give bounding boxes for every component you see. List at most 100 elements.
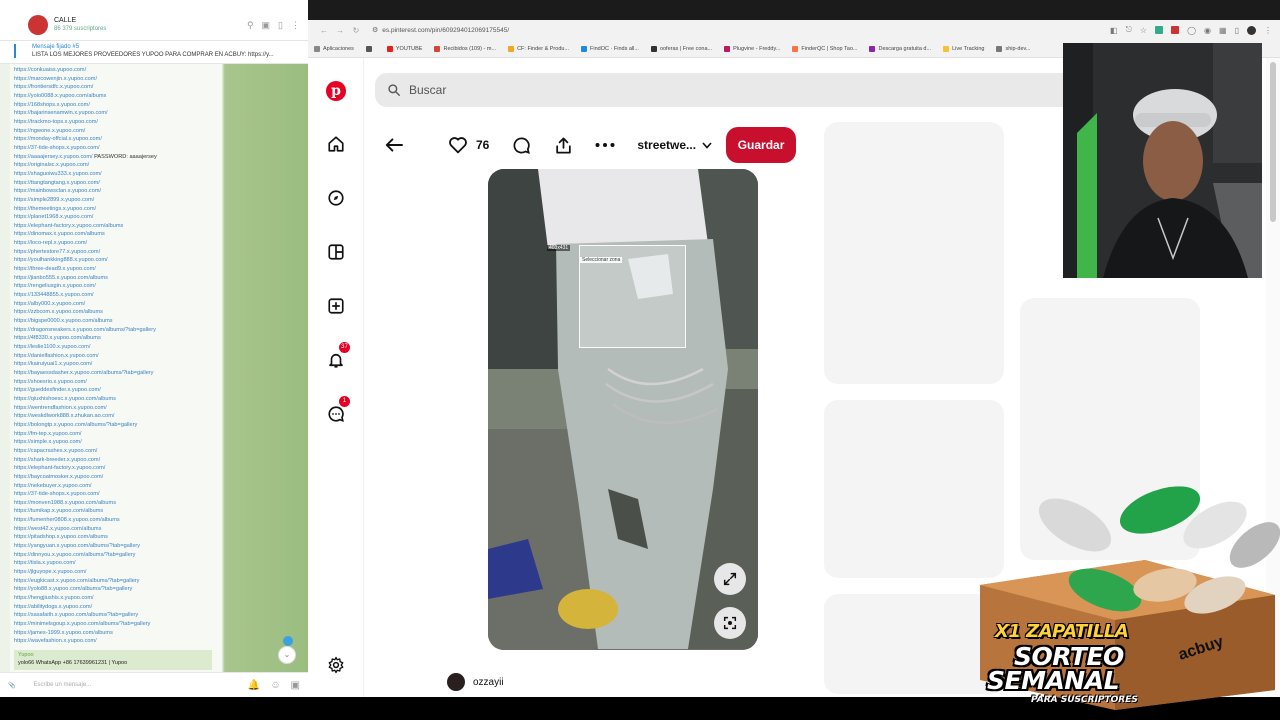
like-button[interactable]: 76 xyxy=(448,136,489,154)
message-link[interactable]: https://dinnyou.x.yupoo.com/albums/?tab=… xyxy=(14,551,219,560)
notifications-nav[interactable]: 37 xyxy=(324,342,350,372)
message-link[interactable]: https://eugkicast.x.yupoo.com/albums/?ta… xyxy=(14,577,219,586)
message-link[interactable]: https://leslie1100.x.yupoo.com/ xyxy=(14,343,219,352)
message-link[interactable]: https://elephant-factory.x.yupoo.com/alb… xyxy=(14,222,219,231)
message-link[interactable]: https://bigspe0000.x.yupoo.com/albums xyxy=(14,317,219,326)
message-link[interactable]: https://three-dead9.x.yupoo.com/ xyxy=(14,265,219,274)
visual-search-button[interactable] xyxy=(714,607,746,639)
message-input[interactable]: Escribe un mensaje... xyxy=(33,682,91,688)
message-link[interactable]: https://qiuxhishoesc.x.yupoo.com/albums xyxy=(14,395,219,404)
bookmark-item[interactable]: YOUTUBE xyxy=(386,45,422,52)
pinned-message[interactable]: Mensaje fijado #5 LISTA LOS MEJORES PROV… xyxy=(0,40,308,64)
message-link[interactable]: https://bolongtp.x.yupoo.com/albums/?tab… xyxy=(14,421,219,430)
message-link[interactable]: https://bajarinsenamwin.x.yupoo.com/ xyxy=(14,109,219,118)
bookmark-item[interactable]: Descarga gratuita d... xyxy=(869,45,931,52)
sidebar-icon[interactable]: ▯ xyxy=(1235,26,1239,35)
message-link[interactable]: https://hengjiushis.x.yupoo.com/ xyxy=(14,594,219,603)
message-link[interactable]: https://jlguyope.x.yupoo.com/ xyxy=(14,568,219,577)
message-link[interactable]: https://yolo88.x.yupoo.com/albums/?tab=g… xyxy=(14,585,219,594)
message-link[interactable]: https://rengeliusgin.x.yupoo.com/ xyxy=(14,282,219,291)
cast-icon[interactable]: ◧ xyxy=(1110,26,1118,35)
message-link[interactable]: https://wentrendfashion.x.yupoo.com/ xyxy=(14,404,219,413)
boards-nav[interactable] xyxy=(324,240,348,264)
pin-author[interactable]: ozzayii xyxy=(447,673,504,691)
link-preview[interactable]: Yupoo yolo66 WhatsApp +86 17639961231 | … xyxy=(14,650,212,670)
notification-icon[interactable]: 🔔 xyxy=(248,680,260,691)
message-link[interactable]: https://fumenher0808.x.yupoo.com/albums xyxy=(14,516,219,525)
message-link[interactable]: https://jianbo555.x.yupoo.com/albums xyxy=(14,274,219,283)
back-icon[interactable]: ← xyxy=(316,26,332,35)
address-bar[interactable]: ⚙ es.pinterest.com/pin/60929401206917554… xyxy=(372,26,509,35)
message-link[interactable]: https://phertestore77.x.yupoo.com/ xyxy=(14,248,219,257)
bookmark-item[interactable]: FindOC · Finds all... xyxy=(581,45,639,52)
message-link[interactable]: https://simple.x.yupoo.com/ xyxy=(14,438,219,447)
search-icon[interactable]: ⚲ xyxy=(247,20,254,31)
message-link[interactable]: https://tisla.x.yupoo.com/ xyxy=(14,559,219,568)
bookmark-item[interactable]: ooferas | Free cona... xyxy=(650,45,712,52)
message-link[interactable]: https://pitadshop.x.yupoo.com/albums xyxy=(14,533,219,542)
more-options-button[interactable] xyxy=(595,135,615,155)
bookmark-star-icon[interactable]: ☆ xyxy=(1140,26,1147,35)
message-link[interactable]: https://themeetings.x.yupoo.com/ xyxy=(14,205,219,214)
message-link[interactable]: https://gueddesfinder.x.yupoo.com/ xyxy=(14,386,219,395)
save-button[interactable]: Guardar xyxy=(726,127,797,163)
message-link[interactable]: https://133448855.x.yupoo.com/ xyxy=(14,291,219,300)
bookmark-item[interactable] xyxy=(365,45,375,52)
message-link[interactable]: https://bayaessdasher.x.yupoo.com/albums… xyxy=(14,369,219,378)
bookmark-item[interactable]: Recibidos (109) - m... xyxy=(434,45,496,52)
video-chat-icon[interactable]: ▣ xyxy=(262,20,271,31)
scroll-down-button[interactable]: ⌄ xyxy=(278,646,296,664)
extensions-puzzle-icon[interactable]: ▦ xyxy=(1219,26,1227,35)
message-link[interactable]: https://simple2899.x.yupoo.com/ xyxy=(14,196,219,205)
bookmark-item[interactable]: CF: Finder & Produ... xyxy=(508,45,569,52)
message-link[interactable]: https://alby000.x.yupoo.com/ xyxy=(14,300,219,309)
share-button[interactable] xyxy=(553,135,573,155)
message-link[interactable]: https://nekebuyer.x.yupoo.com/ xyxy=(14,482,219,491)
message-link[interactable]: https://168shops.x.yupoo.com/ xyxy=(14,101,219,110)
back-button[interactable] xyxy=(382,133,406,157)
message-link[interactable]: https://shoesrio.x.yupoo.com/ xyxy=(14,378,219,387)
settings-nav[interactable] xyxy=(324,653,348,677)
messages-nav[interactable]: 1 xyxy=(324,396,350,426)
search-input[interactable]: Buscar xyxy=(409,83,446,97)
extension-icon[interactable]: ◯ xyxy=(1187,26,1196,35)
message-link[interactable]: https://monven1988.x.yupoo.com/albums xyxy=(14,499,219,508)
site-info-icon[interactable]: ⚙ xyxy=(372,26,378,34)
message-link[interactable]: https://yangyuan.x.yupoo.com/albums/?tab… xyxy=(14,542,219,551)
message-link[interactable]: https://capacrashes.x.yupoo.com/ xyxy=(14,447,219,456)
message-link[interactable]: https://planet1968.x.yupoo.com/ xyxy=(14,213,219,222)
message-link[interactable]: https://aaaajersey.x.yupoo.com/ PASSWORD… xyxy=(14,153,219,162)
bookmark-item[interactable]: Plugvine - Freddy... xyxy=(724,45,780,52)
explore-nav[interactable] xyxy=(324,186,348,210)
message-link[interactable]: https://monday-offcial.x.yupoo.com/ xyxy=(14,135,219,144)
expand-button[interactable] xyxy=(714,563,746,595)
create-nav[interactable] xyxy=(324,294,348,318)
message-link[interactable]: https://dragonsneakers.x.yupoo.com/album… xyxy=(14,326,219,335)
pin-image[interactable]: 403x431 Seleccionar zona xyxy=(488,169,758,650)
message-link[interactable]: https://fm-tep.x.yupoo.com/ xyxy=(14,430,219,439)
message-link[interactable]: https://trackmo-tops.x.yupoo.com/ xyxy=(14,118,219,127)
share-icon[interactable]: ⎋ xyxy=(1126,25,1132,35)
browser-menu-icon[interactable]: ⋮ xyxy=(1264,26,1272,35)
search-bar[interactable]: Buscar xyxy=(375,73,1075,107)
channel-avatar[interactable] xyxy=(28,15,48,35)
message-link[interactable]: https://youlhankking888.x.yupoo.com/ xyxy=(14,256,219,265)
message-link[interactable]: https://zzbcom.x.yupoo.com/albums xyxy=(14,308,219,317)
extension-icon[interactable] xyxy=(1155,26,1164,34)
extension-icon[interactable]: ◉ xyxy=(1204,26,1211,35)
message-link[interactable]: https://37-tide-shops.x.yupoo.com/ xyxy=(14,144,219,153)
attach-icon[interactable]: 📎 xyxy=(8,682,15,689)
bookmark-item[interactable]: Aplicaciones xyxy=(314,45,354,52)
message-link[interactable]: https://weskdlwork888.x.zhukan.ao.com/ xyxy=(14,412,219,421)
scrollbar-thumb[interactable] xyxy=(1270,62,1276,222)
emoji-icon[interactable]: ☺ xyxy=(270,680,280,691)
author-avatar[interactable] xyxy=(447,673,465,691)
message-link[interactable]: https://tumikap.x.yupoo.com/albums xyxy=(14,507,219,516)
message-link[interactable]: https://conkuaiss.yupoo.com/ xyxy=(14,66,219,75)
message-link[interactable]: https://baycoatmosker.x.yupoo.com/ xyxy=(14,473,219,482)
message-link[interactable]: https://abilitydogs.x.yupoo.com/ xyxy=(14,603,219,612)
message-link[interactable]: https://kairuiyuai1.x.yupoo.com/ xyxy=(14,360,219,369)
message-link[interactable]: https://shaguoiwu333.x.yupoo.com/ xyxy=(14,170,219,179)
board-selector[interactable]: streetwe... xyxy=(637,138,712,152)
message-link[interactable]: https://west42.x.yupoo.com/albums xyxy=(14,525,219,534)
